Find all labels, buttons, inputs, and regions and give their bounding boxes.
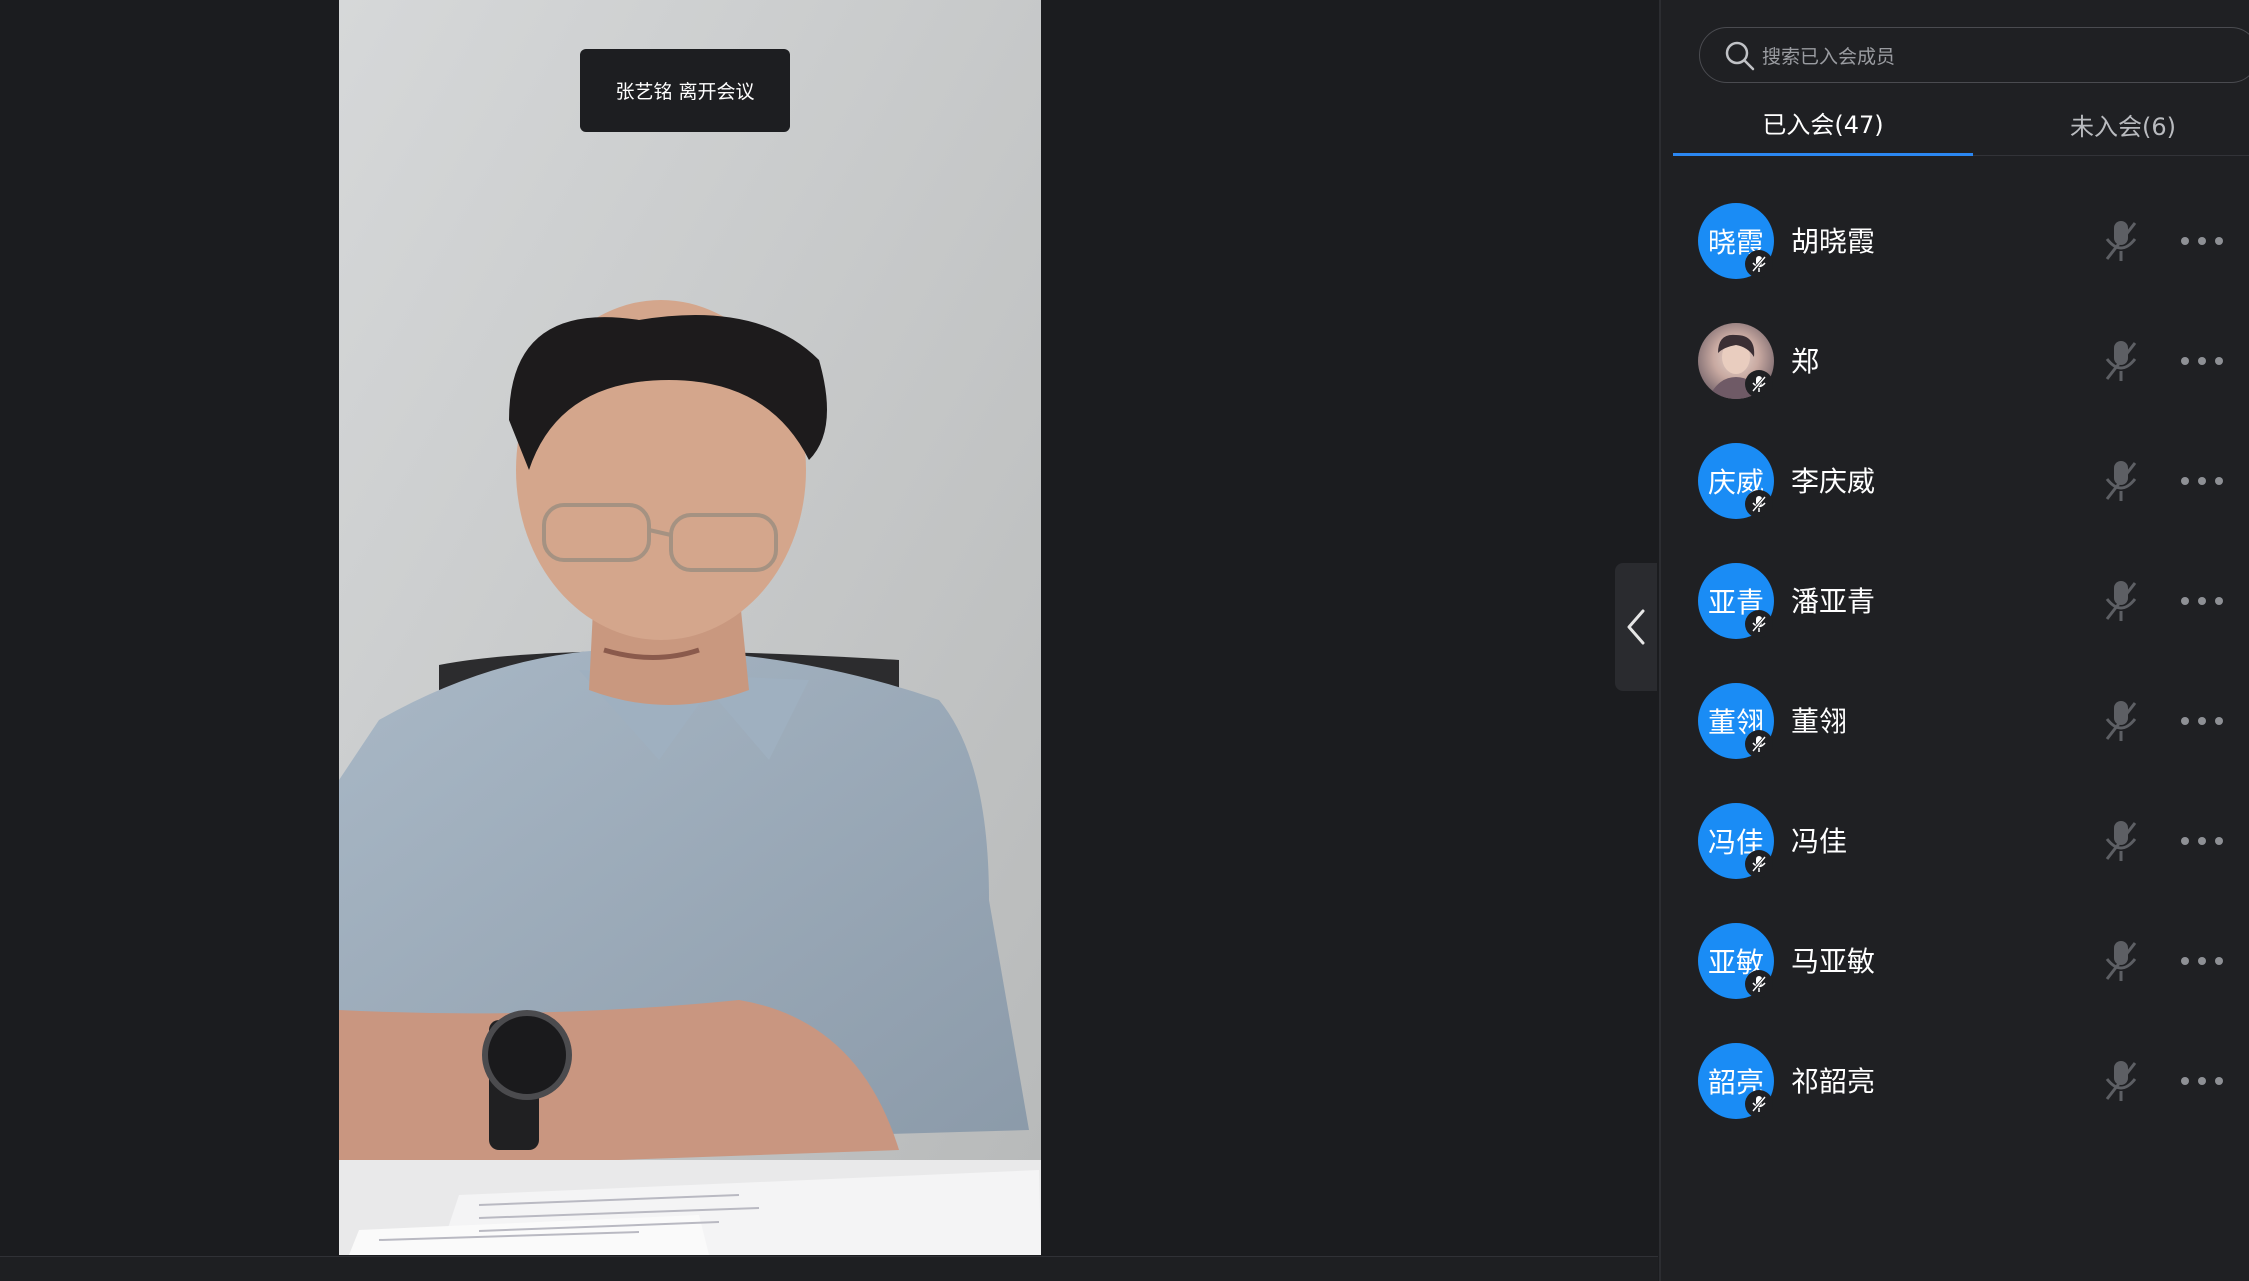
list-item[interactable]: 晓霞 胡晓霞 (1661, 180, 2249, 300)
participant-name: 董翎 (1791, 705, 1848, 738)
participant-list: 晓霞 胡晓霞 郑 庆威 李庆威 亚青 潘亚青 董翎 董翎 冯佳 冯佳 亚敏 马亚… (1661, 180, 2249, 1140)
mic-muted-icon[interactable] (2101, 457, 2141, 505)
list-item[interactable]: 亚青 潘亚青 (1661, 540, 2249, 660)
tab-not-joined[interactable]: 未入会(6) (1973, 92, 2249, 156)
mic-off-badge-icon (1745, 1090, 1773, 1118)
mic-muted-icon[interactable] (2101, 697, 2141, 745)
leave-notification-text: 张艺铭 离开会议 (615, 81, 755, 103)
list-item[interactable]: 冯佳 冯佳 (1661, 780, 2249, 900)
participant-name: 冯佳 (1791, 825, 1848, 858)
more-options-icon[interactable] (2179, 1075, 2225, 1087)
participants-panel: 搜索已入会成员 已入会(47) 未入会(6) 晓霞 胡晓霞 郑 庆威 李庆威 亚… (1659, 0, 2249, 1281)
mic-off-badge-icon (1745, 250, 1773, 278)
more-options-icon[interactable] (2179, 715, 2225, 727)
participant-tabs: 已入会(47) 未入会(6) (1673, 92, 2249, 156)
mic-muted-icon[interactable] (2101, 937, 2141, 985)
tab-joined[interactable]: 已入会(47) (1673, 92, 1973, 156)
meeting-window: 张艺铭 离开会议 搜索已入会成员 已入会(47) 未入会(6) 晓霞 胡晓霞 郑… (0, 0, 2249, 1281)
mic-off-badge-icon (1745, 850, 1773, 878)
mic-off-badge-icon (1745, 370, 1773, 398)
mic-off-badge-icon (1745, 970, 1773, 998)
mic-muted-icon[interactable] (2101, 217, 2141, 265)
participant-name: 胡晓霞 (1791, 225, 1876, 258)
more-options-icon[interactable] (2179, 355, 2225, 367)
search-icon (1725, 41, 1755, 71)
mic-muted-icon[interactable] (2101, 337, 2141, 385)
mic-muted-icon[interactable] (2101, 577, 2141, 625)
participant-name: 祁韶亮 (1791, 1065, 1876, 1098)
participant-video[interactable] (339, 0, 1041, 1255)
list-item[interactable]: 亚敏 马亚敏 (1661, 900, 2249, 1020)
participant-search[interactable]: 搜索已入会成员 (1699, 27, 2249, 83)
leave-notification-toast: 张艺铭 离开会议 (580, 49, 790, 132)
participant-name: 潘亚青 (1791, 585, 1876, 618)
list-item[interactable]: 董翎 董翎 (1661, 660, 2249, 780)
list-item[interactable]: 庆威 李庆威 (1661, 420, 2249, 540)
more-options-icon[interactable] (2179, 955, 2225, 967)
mic-muted-icon[interactable] (2101, 1057, 2141, 1105)
participant-name: 李庆威 (1791, 465, 1876, 498)
participant-name: 郑 (1791, 345, 1820, 378)
more-options-icon[interactable] (2179, 235, 2225, 247)
more-options-icon[interactable] (2179, 475, 2225, 487)
video-frame-illustration (339, 0, 1041, 1255)
collapse-panel-button[interactable] (1615, 563, 1657, 691)
list-item[interactable]: 韶亮 祁韶亮 (1661, 1020, 2249, 1140)
mic-off-badge-icon (1745, 490, 1773, 518)
mic-off-badge-icon (1745, 610, 1773, 638)
mic-muted-icon[interactable] (2101, 817, 2141, 865)
list-item[interactable]: 郑 (1661, 300, 2249, 420)
participant-name: 马亚敏 (1791, 945, 1876, 978)
bottom-toolbar (0, 1256, 1658, 1281)
more-options-icon[interactable] (2179, 595, 2225, 607)
more-options-icon[interactable] (2179, 835, 2225, 847)
video-stage: 张艺铭 离开会议 (0, 0, 1658, 1281)
search-input[interactable]: 搜索已入会成员 (1762, 42, 1895, 69)
mic-off-badge-icon (1745, 730, 1773, 758)
chevron-left-icon (1627, 609, 1645, 645)
